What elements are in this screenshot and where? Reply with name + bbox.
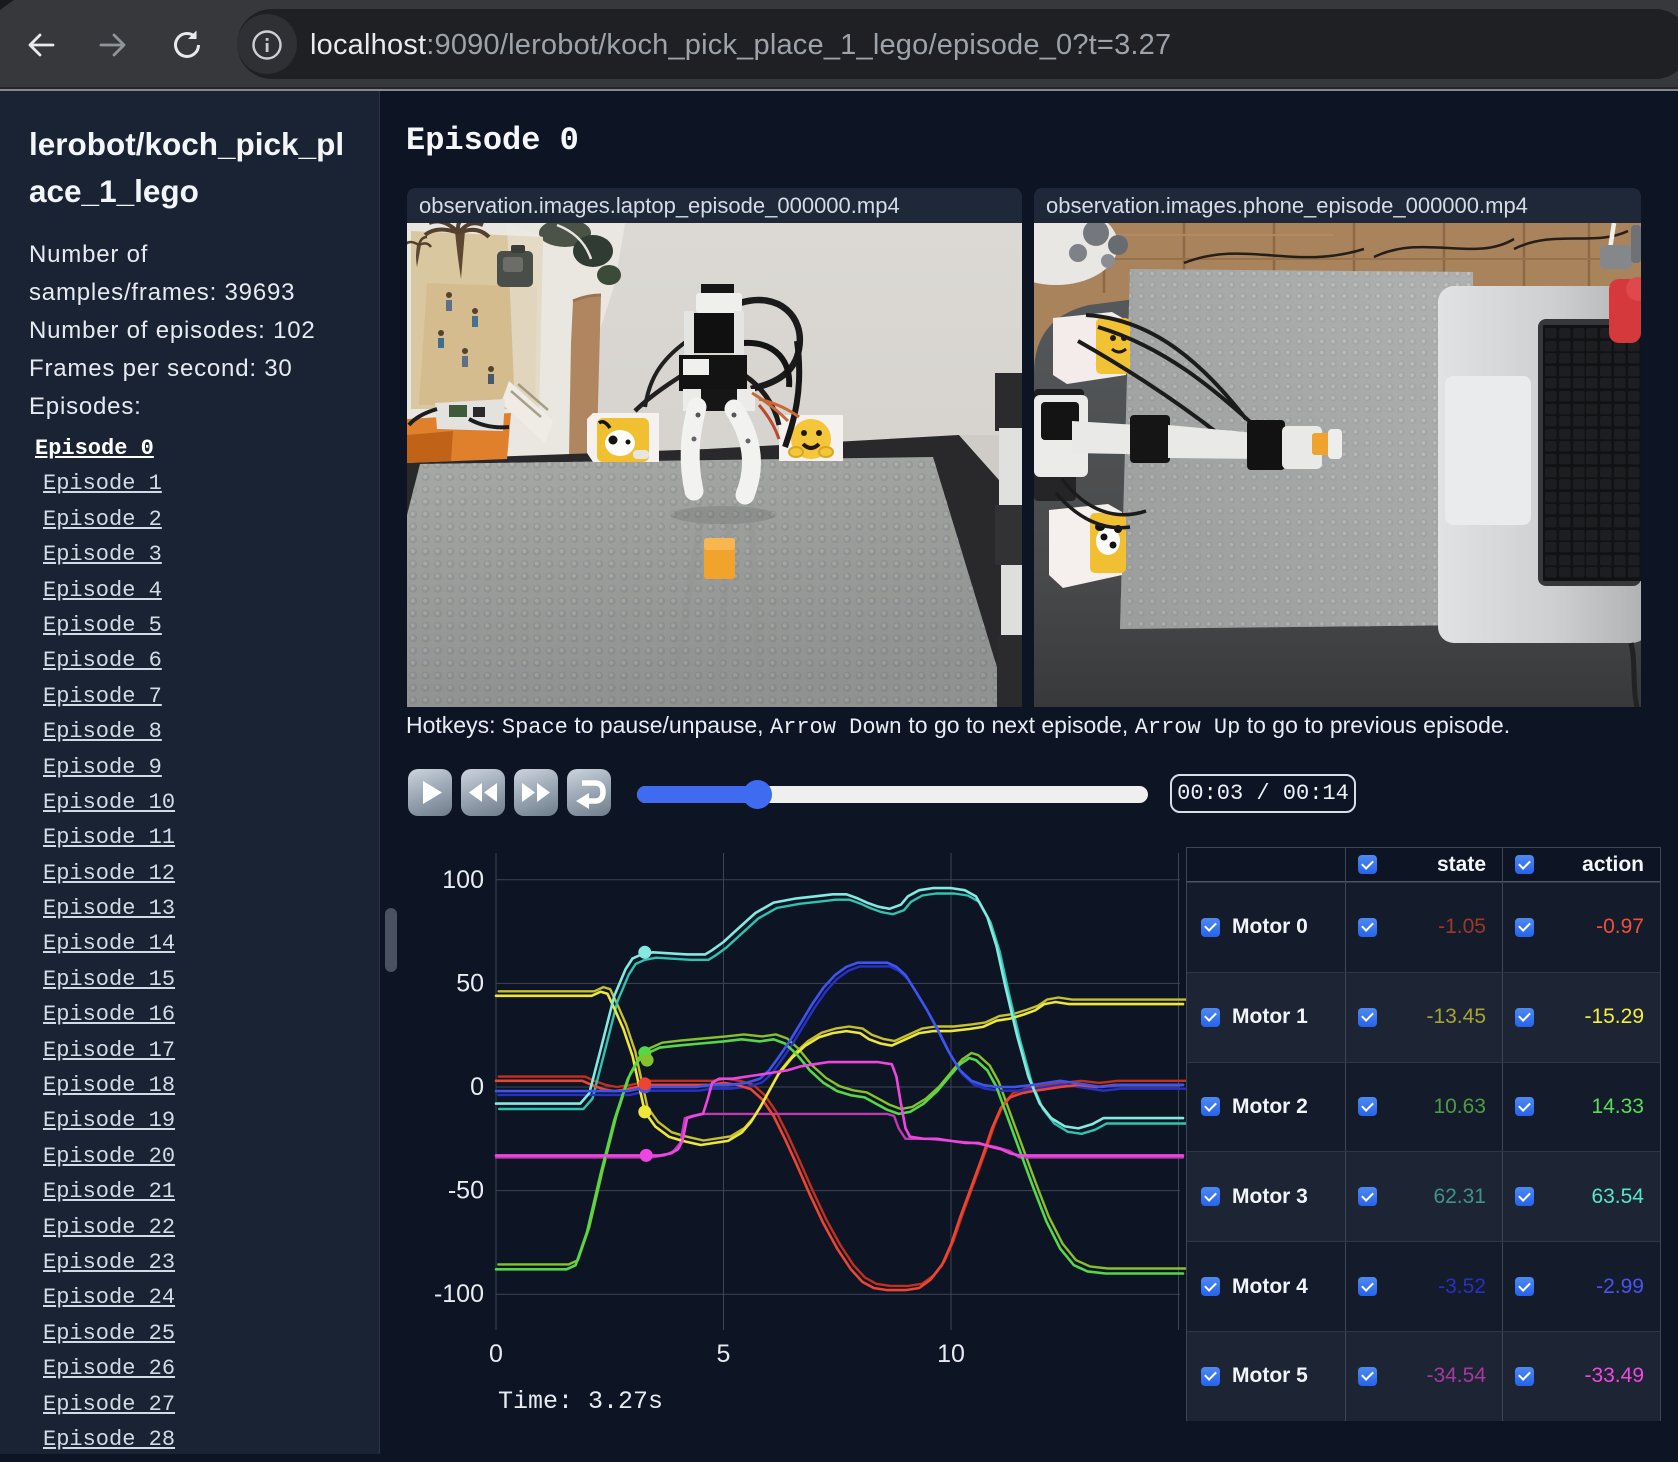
- svg-text:0: 0: [489, 1340, 503, 1368]
- svg-text:50: 50: [456, 969, 484, 997]
- svg-text:5: 5: [717, 1340, 731, 1368]
- svg-text:100: 100: [442, 866, 484, 894]
- svg-text:0: 0: [470, 1073, 484, 1101]
- svg-text:-50: -50: [448, 1177, 484, 1205]
- svg-text:-100: -100: [434, 1280, 484, 1308]
- svg-text:10: 10: [937, 1340, 965, 1368]
